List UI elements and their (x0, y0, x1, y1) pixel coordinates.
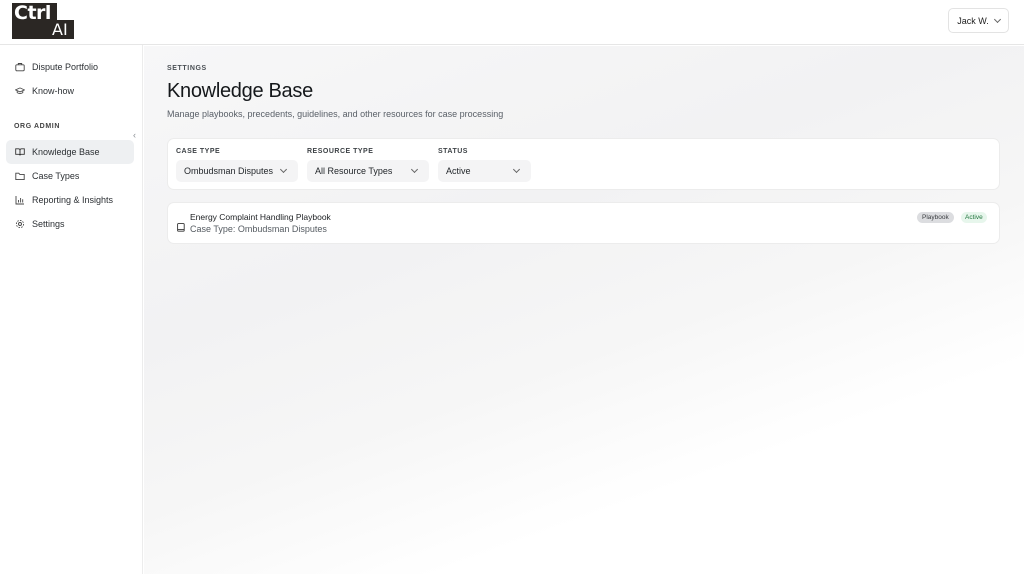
bar-chart-icon (15, 195, 25, 205)
ctrl-ai-logo[interactable]: Ctrl AI (12, 3, 74, 39)
sidebar-item-label: Dispute Portfolio (32, 62, 99, 72)
filter-bar: CASE TYPE Ombudsman Disputes RESOURCE TY… (168, 139, 999, 189)
sidebar-item-reporting-insights[interactable]: Reporting & Insights (6, 188, 134, 212)
page-title: Knowledge Base (167, 80, 313, 102)
status-select[interactable]: Active (438, 160, 531, 182)
folder-icon (15, 171, 25, 181)
book-icon (177, 219, 185, 237)
breadcrumb: SETTINGS (167, 65, 207, 72)
resource-type-label: RESOURCE TYPE (307, 148, 374, 155)
case-type-select[interactable]: Ombudsman Disputes (176, 160, 298, 182)
chevron-down-icon (512, 165, 521, 174)
sidebar-item-label: Reporting & Insights (32, 195, 114, 205)
sidebar-item-case-types[interactable]: Case Types (6, 164, 134, 188)
sidebar-item-label: Case Types (32, 171, 80, 181)
resource-type-filter: RESOURCE TYPE All Resource Types (307, 148, 429, 182)
sidebar: Dispute Portfolio Know-how ORG ADMIN ‹ K… (0, 45, 143, 574)
list-item[interactable]: Energy Complaint Handling Playbook Case … (168, 203, 999, 243)
page-subtitle: Manage playbooks, precedents, guidelines… (167, 109, 504, 119)
user-name: Jack W. (957, 15, 989, 26)
sidebar-item-label: Know-how (32, 86, 75, 96)
chevron-down-icon (410, 165, 419, 174)
case-type-value: Ombudsman Disputes (184, 166, 274, 176)
logo-text-ctrl: Ctrl (14, 2, 51, 24)
case-type-label: CASE TYPE (176, 148, 221, 155)
top-header: Ctrl AI Jack W. (0, 0, 1024, 45)
collapse-sidebar-icon[interactable]: ‹ (133, 130, 143, 140)
type-badge: Playbook (917, 212, 954, 223)
status-badge: Active (961, 212, 987, 223)
briefcase-icon (15, 62, 25, 72)
user-menu-button[interactable]: Jack W. (948, 8, 1009, 33)
chevron-down-icon (993, 15, 1001, 23)
section-label-org-admin: ORG ADMIN (14, 123, 60, 130)
status-label: STATUS (438, 148, 468, 155)
sidebar-item-dispute-portfolio[interactable]: Dispute Portfolio (6, 55, 134, 79)
logo-text-ai: AI (52, 20, 68, 39)
resource-name: Energy Complaint Handling Playbook (190, 212, 331, 222)
sidebar-item-settings[interactable]: Settings (6, 212, 134, 236)
sidebar-item-knowledge-base[interactable]: Knowledge Base (6, 140, 134, 164)
resource-type-select[interactable]: All Resource Types (307, 160, 429, 182)
sidebar-item-label: Knowledge Base (32, 147, 100, 157)
book-open-icon (15, 147, 25, 157)
status-filter: STATUS Active (438, 148, 531, 182)
gear-icon (15, 219, 25, 229)
case-type-filter: CASE TYPE Ombudsman Disputes (176, 148, 298, 182)
sidebar-item-know-how[interactable]: Know-how (6, 79, 134, 103)
status-value: Active (446, 166, 471, 176)
sidebar-item-label: Settings (32, 219, 65, 229)
graduation-cap-icon (15, 86, 25, 96)
resource-case-type: Case Type: Ombudsman Disputes (190, 224, 327, 234)
resource-type-value: All Resource Types (315, 166, 393, 176)
chevron-down-icon (279, 165, 288, 174)
main-content: SETTINGS Knowledge Base Manage playbooks… (144, 46, 1024, 574)
